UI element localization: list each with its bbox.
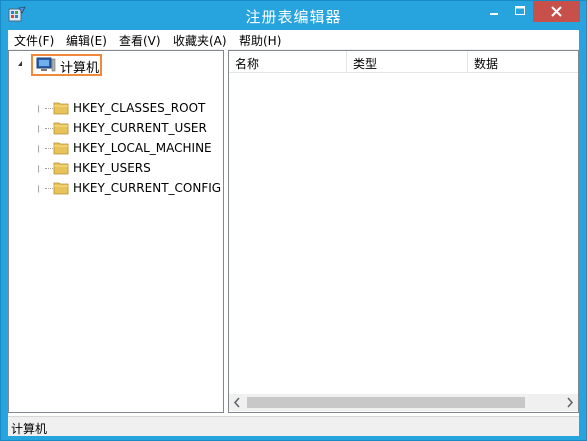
expand-arrow-icon[interactable] xyxy=(38,125,42,133)
column-header-name[interactable]: 名称 xyxy=(229,51,347,73)
tree-item-hkey-local-machine[interactable]: HKEY_LOCAL_MACHINE xyxy=(38,138,224,158)
scrollbar-thumb[interactable] xyxy=(247,397,525,408)
tree-connector xyxy=(45,188,53,189)
expand-arrow-icon[interactable] xyxy=(38,105,42,113)
menu-favorites[interactable]: 收藏夹(A) xyxy=(173,32,227,49)
maximize-icon xyxy=(515,6,525,15)
title-bar[interactable]: 注册表编辑器 xyxy=(1,1,586,30)
registry-tree[interactable]: 计算机 HKEY_CLASSES_ROOT HKEY_CURRENT_USER … xyxy=(8,50,224,413)
status-bar: 计算机 xyxy=(8,416,579,436)
tree-connector xyxy=(45,168,53,169)
horizontal-scrollbar[interactable] xyxy=(229,394,578,411)
tree-root-label: 计算机 xyxy=(60,61,100,76)
minimize-button[interactable] xyxy=(481,1,507,22)
column-header-data[interactable]: 数据 xyxy=(468,51,578,73)
tree-item-hkey-current-config[interactable]: HKEY_CURRENT_CONFIG xyxy=(38,178,224,198)
scroll-right-button[interactable] xyxy=(561,394,578,411)
tree-item-hkey-classes-root[interactable]: HKEY_CLASSES_ROOT xyxy=(38,98,224,118)
tree-connector xyxy=(45,148,53,149)
computer-icon xyxy=(36,57,56,72)
folder-icon xyxy=(53,142,69,155)
collapse-arrow-icon[interactable] xyxy=(18,61,22,66)
tree-connector xyxy=(45,128,53,129)
menu-edit[interactable]: 编辑(E) xyxy=(66,32,107,49)
expand-arrow-icon[interactable] xyxy=(38,145,42,153)
menu-help[interactable]: 帮助(H) xyxy=(239,32,281,49)
tree-item-label: HKEY_CURRENT_CONFIG xyxy=(73,181,222,195)
tree-item-label: HKEY_CURRENT_USER xyxy=(73,121,207,135)
chevron-right-icon xyxy=(567,397,574,408)
expand-arrow-icon[interactable] xyxy=(38,185,42,193)
tree-item-hkey-current-user[interactable]: HKEY_CURRENT_USER xyxy=(38,118,224,138)
status-path: 计算机 xyxy=(11,422,48,436)
tree-item-hkey-users[interactable]: HKEY_USERS xyxy=(38,158,224,178)
regedit-window: 注册表编辑器 文件(F) 编辑(E) 查看(V) 收藏夹(A) 帮助(H) 计算… xyxy=(0,0,587,441)
tree-item-label: HKEY_LOCAL_MACHINE xyxy=(73,141,212,155)
chevron-left-icon xyxy=(233,397,240,408)
folder-icon xyxy=(53,122,69,135)
tree-connector xyxy=(45,108,53,109)
menu-file[interactable]: 文件(F) xyxy=(14,32,54,49)
menu-view[interactable]: 查看(V) xyxy=(119,32,161,49)
close-icon xyxy=(551,6,562,17)
menu-bar: 文件(F) 编辑(E) 查看(V) 收藏夹(A) 帮助(H) xyxy=(8,30,579,50)
tree-item-label: HKEY_USERS xyxy=(73,161,151,175)
client-area: 文件(F) 编辑(E) 查看(V) 收藏夹(A) 帮助(H) 计算机 HKEY_… xyxy=(8,30,579,436)
folder-icon xyxy=(53,162,69,175)
minimize-icon xyxy=(490,13,498,15)
column-header-label: 类型 xyxy=(353,57,378,71)
scroll-left-button[interactable] xyxy=(229,394,246,411)
expand-arrow-icon[interactable] xyxy=(38,165,42,173)
values-list[interactable]: 名称 类型 数据 xyxy=(228,50,579,413)
column-header-label: 名称 xyxy=(235,57,260,71)
close-button[interactable] xyxy=(533,1,580,22)
folder-icon xyxy=(53,182,69,195)
tree-root-computer[interactable]: 计算机 xyxy=(16,54,102,76)
maximize-button[interactable] xyxy=(507,1,533,22)
tree-item-label: HKEY_CLASSES_ROOT xyxy=(73,101,206,115)
folder-icon xyxy=(53,102,69,115)
column-header-type[interactable]: 类型 xyxy=(347,51,468,73)
column-header-label: 数据 xyxy=(474,57,499,71)
